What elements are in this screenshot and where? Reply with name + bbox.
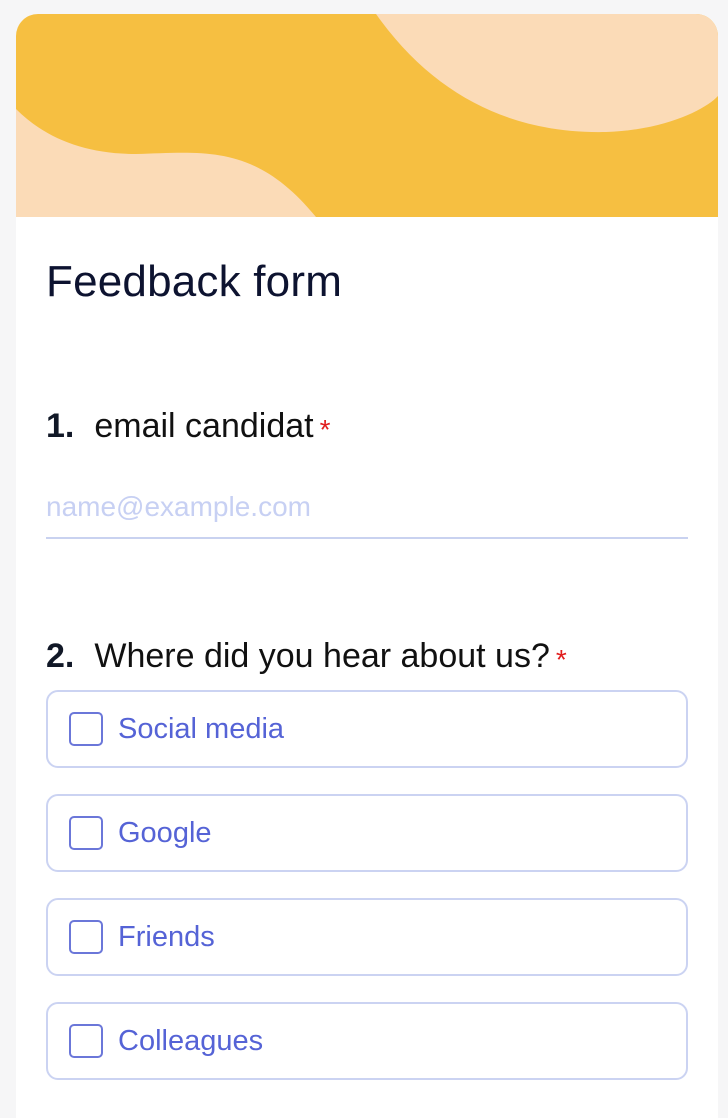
option-friends[interactable]: Friends xyxy=(46,898,688,976)
feedback-form-card: Feedback form 1. email candidat * 2. Whe… xyxy=(16,14,718,1118)
form-title: Feedback form xyxy=(46,257,343,306)
required-asterisk: * xyxy=(555,644,567,675)
option-label: Colleagues xyxy=(118,1024,264,1057)
option-label: Google xyxy=(118,816,212,849)
required-asterisk: * xyxy=(319,414,331,445)
question-label: Where did you hear about us? xyxy=(94,637,550,675)
option-social-media[interactable]: Social media xyxy=(46,690,688,768)
checkbox[interactable] xyxy=(69,712,103,746)
checkbox[interactable] xyxy=(69,816,103,850)
question-number: 2. xyxy=(46,637,75,675)
question-number: 1. xyxy=(46,407,75,445)
email-field[interactable] xyxy=(46,477,688,539)
checkbox[interactable] xyxy=(69,1024,103,1058)
option-google[interactable]: Google xyxy=(46,794,688,872)
question-label: email candidat xyxy=(94,407,314,445)
question-source: 2. Where did you hear about us? * xyxy=(46,637,567,676)
question-email: 1. email candidat * xyxy=(46,407,331,446)
header-banner xyxy=(16,14,718,217)
checkbox[interactable] xyxy=(69,920,103,954)
source-options: Social media Google Friends Colleagues xyxy=(46,690,688,1106)
banner-illustration xyxy=(16,14,718,217)
option-label: Social media xyxy=(118,712,285,745)
option-colleagues[interactable]: Colleagues xyxy=(46,1002,688,1080)
option-label: Friends xyxy=(118,920,215,953)
